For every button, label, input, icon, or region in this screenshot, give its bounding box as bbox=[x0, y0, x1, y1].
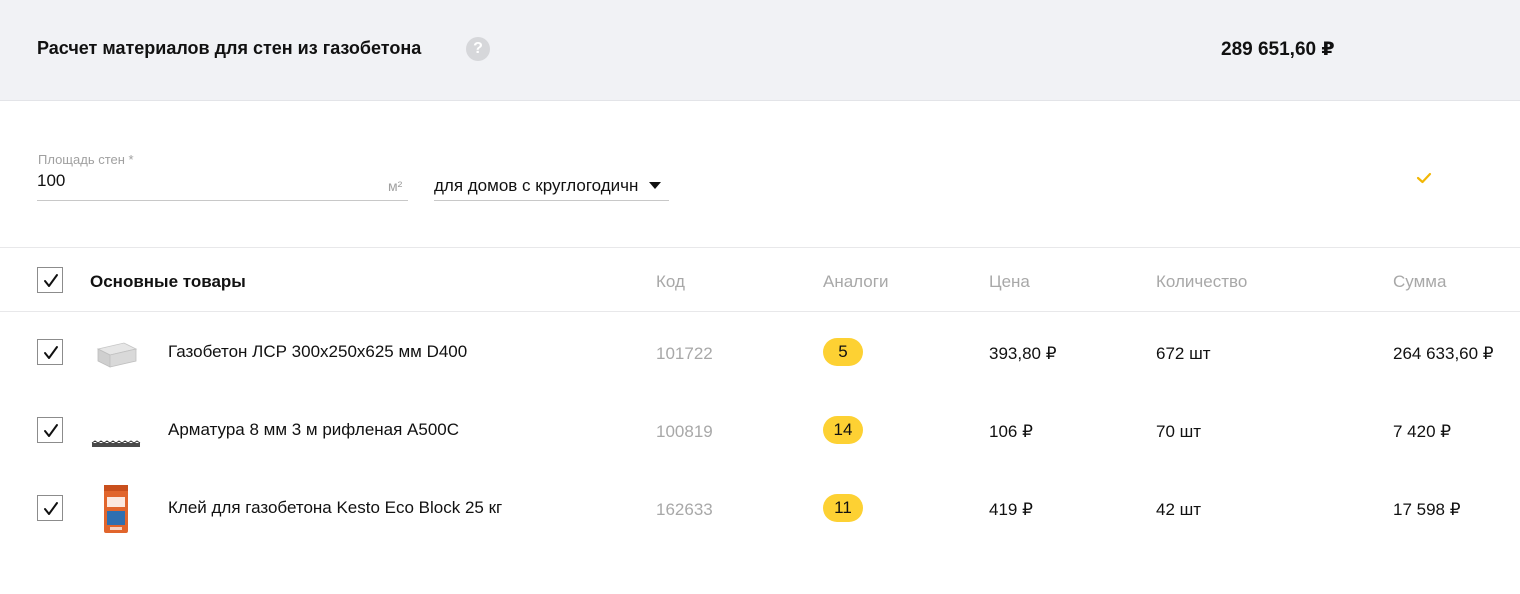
rebar-image[interactable] bbox=[90, 405, 142, 457]
product-sum: 7 420 ₽ bbox=[1393, 422, 1452, 441]
row-checkbox[interactable] bbox=[37, 495, 63, 521]
glue-bag-image[interactable] bbox=[90, 483, 142, 535]
checkmark-icon bbox=[44, 346, 58, 359]
table-row: Газобетон ЛСР 300х250х625 мм D400 101722… bbox=[0, 313, 1520, 391]
product-name[interactable]: Арматура 8 мм 3 м рифленая А500С bbox=[168, 420, 459, 440]
area-field[interactable] bbox=[37, 169, 377, 193]
column-header-price: Цена bbox=[989, 272, 1030, 291]
question-circle-icon[interactable]: ? bbox=[466, 37, 490, 61]
parameters-form: Площадь стен * м² для домов с круглогоди… bbox=[0, 101, 1520, 248]
table-header: Основные товары Код Аналоги Цена Количес… bbox=[0, 248, 1520, 312]
checkmark-icon bbox=[44, 502, 58, 515]
select-all-checkbox[interactable] bbox=[37, 267, 63, 293]
product-name[interactable]: Газобетон ЛСР 300х250х625 мм D400 bbox=[168, 342, 467, 362]
product-quantity: 70 шт bbox=[1156, 422, 1202, 441]
column-header-code: Код bbox=[656, 272, 685, 291]
product-quantity: 672 шт bbox=[1156, 344, 1211, 363]
group-title: Основные товары bbox=[90, 272, 246, 291]
analogs-badge[interactable]: 11 bbox=[823, 494, 863, 522]
product-quantity: 42 шт bbox=[1156, 500, 1202, 519]
table-row: Клей для газобетона Kesto Eco Block 25 к… bbox=[0, 469, 1520, 547]
house-type-select[interactable]: для домов с круглогодичн bbox=[434, 172, 669, 201]
page-title: Расчет материалов для стен из газобетона bbox=[37, 38, 422, 58]
area-field-label: Площадь стен * bbox=[38, 152, 134, 167]
chevron-down-icon bbox=[649, 182, 661, 189]
product-code: 100819 bbox=[656, 422, 713, 441]
column-header-sum: Сумма bbox=[1393, 272, 1447, 291]
aerated-block-image[interactable] bbox=[90, 327, 142, 379]
area-unit: м² bbox=[388, 178, 403, 194]
calculator-header: Расчет материалов для стен из газобетона… bbox=[0, 0, 1520, 101]
table-row: Арматура 8 мм 3 м рифленая А500С 100819 … bbox=[0, 391, 1520, 469]
checkmark-icon[interactable] bbox=[1414, 168, 1434, 188]
area-field-underline bbox=[37, 200, 408, 201]
product-price: 106 ₽ bbox=[989, 422, 1033, 441]
row-checkbox[interactable] bbox=[37, 417, 63, 443]
column-header-quantity: Количество bbox=[1156, 272, 1248, 291]
analogs-badge[interactable]: 14 bbox=[823, 416, 863, 444]
product-code: 162633 bbox=[656, 500, 713, 519]
checkmark-icon bbox=[44, 424, 58, 437]
product-code: 101722 bbox=[656, 344, 713, 363]
column-header-analogs: Аналоги bbox=[823, 272, 889, 291]
row-checkbox[interactable] bbox=[37, 339, 63, 365]
product-price: 393,80 ₽ bbox=[989, 344, 1057, 363]
checkmark-icon bbox=[44, 274, 58, 287]
product-name[interactable]: Клей для газобетона Kesto Eco Block 25 к… bbox=[168, 498, 502, 518]
product-sum: 264 633,60 ₽ bbox=[1393, 344, 1494, 363]
product-sum: 17 598 ₽ bbox=[1393, 500, 1461, 519]
house-type-value: для домов с круглогодичн bbox=[434, 176, 639, 195]
total-amount: 289 651,60 ₽ bbox=[1221, 39, 1335, 60]
product-price: 419 ₽ bbox=[989, 500, 1033, 519]
analogs-badge[interactable]: 5 bbox=[823, 338, 863, 366]
